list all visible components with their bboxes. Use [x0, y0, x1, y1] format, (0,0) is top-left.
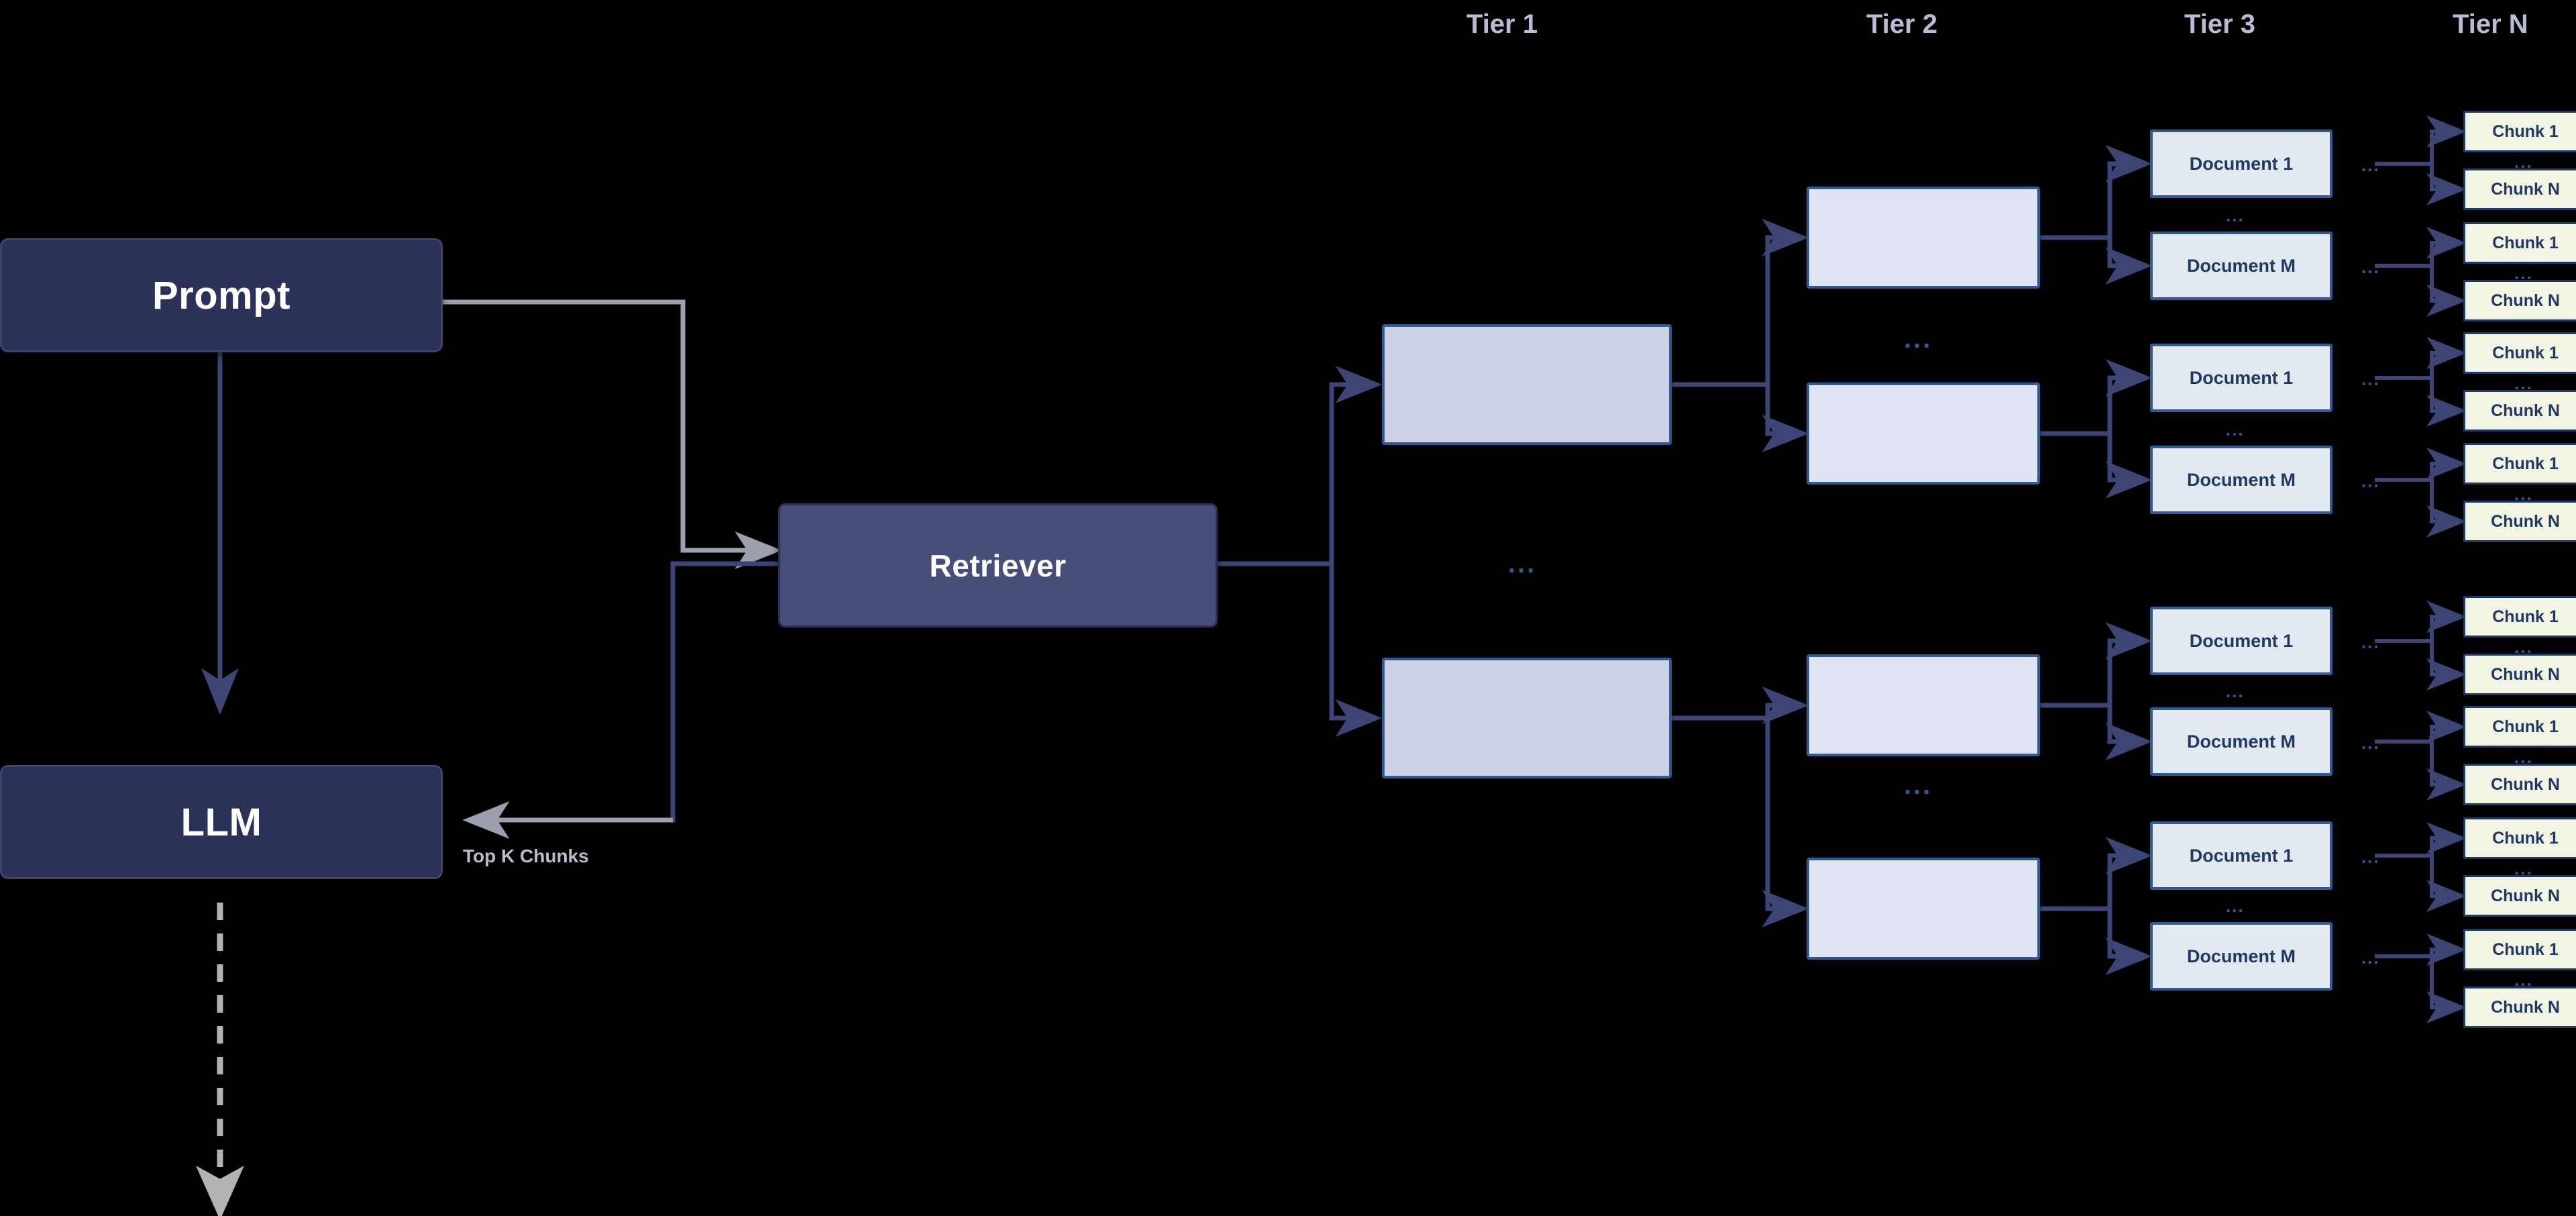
- chunk-label: Chunk N: [2491, 291, 2560, 310]
- chunk-label: Chunk 1: [2492, 121, 2559, 141]
- edge-tier1b-to-tier2: [1672, 687, 1809, 927]
- document-ellipsis: ...: [2226, 419, 2245, 440]
- chunk-box[interactable]: Chunk 1: [2463, 222, 2576, 264]
- doc-to-chunk-ellipsis: ...: [2361, 632, 2380, 652]
- doc-to-chunk-ellipsis: ...: [2361, 369, 2380, 389]
- chunk-label: Chunk N: [2491, 179, 2560, 199]
- chunk-ellipsis: ...: [2514, 373, 2533, 393]
- node-prompt-label: Prompt: [152, 273, 290, 317]
- chunk-box[interactable]: Chunk 1: [2463, 332, 2576, 374]
- tier-header-n: Tier N: [2453, 9, 2528, 39]
- chunk-ellipsis: ...: [2514, 970, 2533, 990]
- tier-header-3: Tier 3: [2184, 9, 2255, 39]
- document-label: Document M: [2187, 731, 2296, 752]
- document-box[interactable]: Document M: [2150, 707, 2332, 776]
- document-box[interactable]: Document M: [2150, 922, 2332, 991]
- chunk-box[interactable]: Chunk N: [2463, 390, 2576, 432]
- chunk-ellipsis: ...: [2514, 152, 2533, 172]
- chunk-label: Chunk N: [2491, 997, 2560, 1017]
- document-label: Document M: [2187, 469, 2296, 490]
- tier2-block[interactable]: [1807, 187, 2040, 289]
- diagram-canvas: Tier 1 Tier 2 Tier 3 Tier N Prompt LLM R…: [0, 0, 2576, 1216]
- chunk-label: Chunk 1: [2492, 343, 2559, 362]
- chunk-label: Chunk N: [2491, 664, 2560, 684]
- tier2-ellipsis: ...: [1904, 324, 1933, 354]
- chunk-label: Chunk 1: [2492, 940, 2559, 959]
- edge-label-top-k-chunks: Top K Chunks: [463, 846, 589, 866]
- tier2-block[interactable]: [1807, 858, 2040, 960]
- chunk-label: Chunk N: [2491, 774, 2560, 794]
- chunk-ellipsis: ...: [2514, 858, 2533, 878]
- document-box[interactable]: Document 1: [2150, 821, 2332, 890]
- chunk-label: Chunk 1: [2492, 607, 2559, 626]
- doc-to-chunk-ellipsis: ...: [2361, 471, 2380, 491]
- chunk-label: Chunk 1: [2492, 233, 2559, 252]
- chunk-box[interactable]: Chunk 1: [2463, 929, 2576, 970]
- chunk-ellipsis: ...: [2514, 263, 2533, 283]
- node-retriever[interactable]: Retriever: [778, 503, 1218, 627]
- chunk-ellipsis: ...: [2514, 637, 2533, 657]
- edge-tier1a-to-tier2: [1672, 219, 1809, 452]
- chunk-label: Chunk N: [2491, 511, 2560, 531]
- chunk-box[interactable]: Chunk N: [2463, 280, 2576, 321]
- tier1-block[interactable]: [1382, 658, 1672, 778]
- chunk-box[interactable]: Chunk 1: [2463, 596, 2576, 638]
- chunk-box[interactable]: Chunk 1: [2463, 111, 2576, 152]
- document-ellipsis: ...: [2226, 205, 2245, 225]
- document-ellipsis: ...: [2226, 896, 2245, 916]
- node-retriever-label: Retriever: [929, 548, 1067, 583]
- doc-to-chunk-ellipsis: ...: [2361, 155, 2380, 175]
- chunk-label: Chunk 1: [2492, 828, 2559, 848]
- tier1-ellipsis: ...: [1508, 549, 1537, 578]
- tier1-block[interactable]: [1382, 324, 1672, 445]
- chunk-label: Chunk N: [2491, 886, 2560, 905]
- chunk-label: Chunk 1: [2492, 454, 2559, 473]
- chunk-label: Chunk N: [2491, 401, 2560, 420]
- chunk-label: Chunk 1: [2492, 717, 2559, 736]
- doc-to-chunk-ellipsis: ...: [2361, 948, 2380, 968]
- edge-tier2-to-documents: [2040, 145, 2153, 975]
- chunk-box[interactable]: Chunk N: [2463, 654, 2576, 695]
- document-label: Document 1: [2189, 845, 2294, 866]
- chunk-box[interactable]: Chunk 1: [2463, 443, 2576, 485]
- chunk-box[interactable]: Chunk N: [2463, 986, 2576, 1028]
- node-prompt[interactable]: Prompt: [0, 238, 443, 352]
- document-ellipsis: ...: [2226, 681, 2245, 701]
- doc-to-chunk-ellipsis: ...: [2361, 847, 2380, 867]
- document-box[interactable]: Document M: [2150, 232, 2332, 300]
- document-label: Document M: [2187, 946, 2296, 966]
- edge-documents-to-chunks: [2375, 115, 2467, 1023]
- tier2-block[interactable]: [1807, 654, 2040, 756]
- document-box[interactable]: Document 1: [2150, 130, 2332, 198]
- document-box[interactable]: Document M: [2150, 446, 2332, 514]
- tier-header-1: Tier 1: [1466, 9, 1538, 39]
- document-label: Document 1: [2189, 153, 2294, 174]
- node-llm-label: LLM: [180, 800, 262, 844]
- document-label: Document 1: [2189, 630, 2294, 651]
- chunk-ellipsis: ...: [2514, 747, 2533, 767]
- tier2-block[interactable]: [1807, 383, 2040, 485]
- node-llm[interactable]: LLM: [0, 765, 443, 879]
- doc-to-chunk-ellipsis: ...: [2361, 733, 2380, 753]
- edge-retriever-to-tier1: [1218, 366, 1383, 737]
- chunk-box[interactable]: Chunk N: [2463, 501, 2576, 542]
- document-label: Document 1: [2189, 367, 2294, 388]
- tier2-ellipsis: ...: [1904, 770, 1933, 800]
- edge-prompt-to-retriever: [443, 299, 782, 569]
- chunk-box[interactable]: Chunk 1: [2463, 706, 2576, 748]
- document-label: Document M: [2187, 255, 2296, 276]
- chunk-box[interactable]: Chunk N: [2463, 764, 2576, 805]
- chunk-box[interactable]: Chunk 1: [2463, 817, 2576, 859]
- tier-header-2: Tier 2: [1866, 9, 1937, 39]
- document-box[interactable]: Document 1: [2150, 607, 2332, 675]
- chunk-box[interactable]: Chunk N: [2463, 875, 2576, 917]
- chunk-ellipsis: ...: [2514, 484, 2533, 504]
- chunk-box[interactable]: Chunk N: [2463, 168, 2576, 210]
- document-box[interactable]: Document 1: [2150, 344, 2332, 412]
- doc-to-chunk-ellipsis: ...: [2361, 257, 2380, 277]
